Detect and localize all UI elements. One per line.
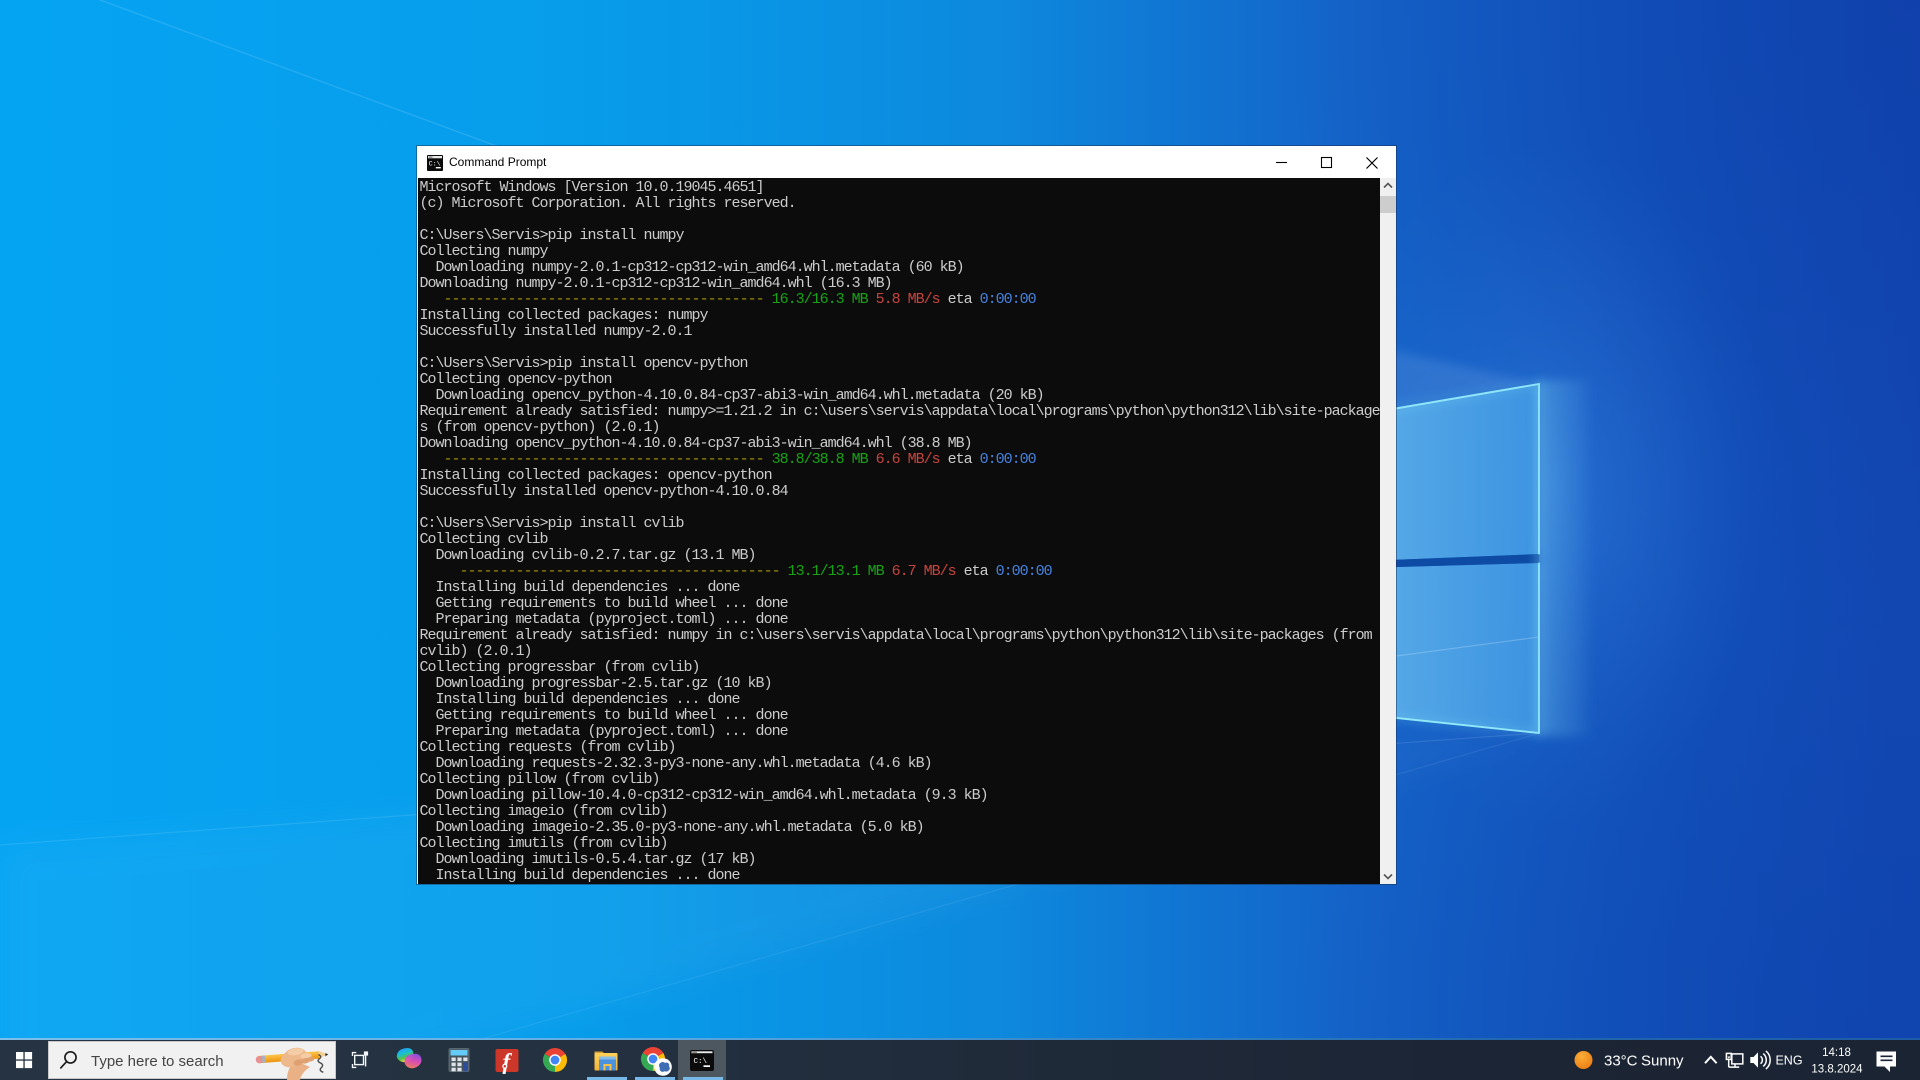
svg-text:14:18: 14:18 [1822, 1047, 1851, 1059]
svg-text:33°C: 33°C [1604, 1053, 1638, 1070]
svg-text:Sunny: Sunny [1641, 1053, 1684, 1070]
svg-text:ENG: ENG [1775, 1054, 1802, 1068]
svg-text:C:\: C:\ [694, 1058, 708, 1066]
svg-text:13.8.2024: 13.8.2024 [1811, 1064, 1863, 1076]
svg-text:C:\: C:\ [429, 161, 441, 168]
